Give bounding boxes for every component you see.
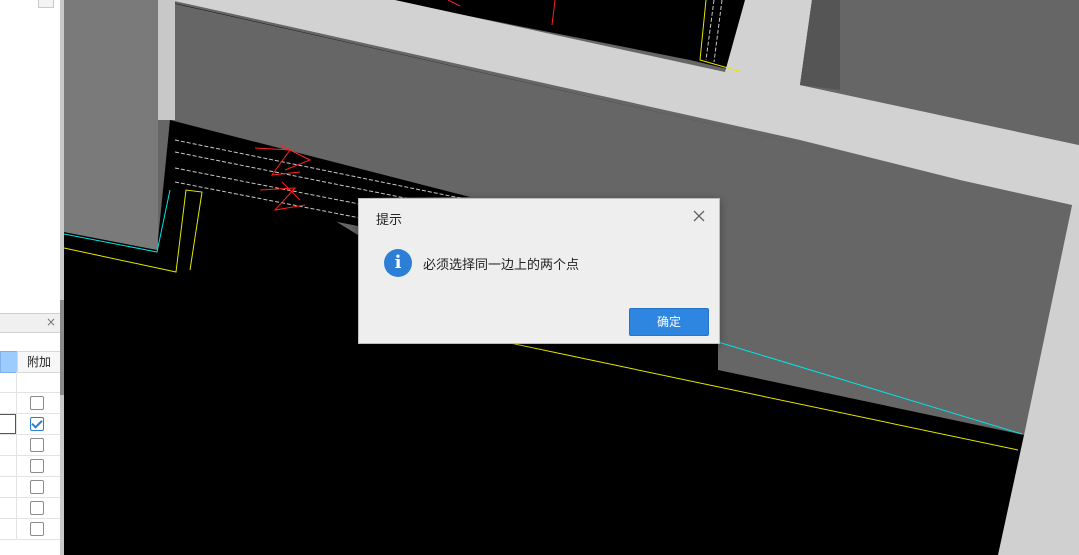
close-icon[interactable] bbox=[692, 209, 706, 223]
table-row[interactable] bbox=[0, 393, 60, 414]
attach-checkbox[interactable] bbox=[30, 438, 44, 452]
attach-checkbox[interactable] bbox=[30, 396, 44, 410]
info-icon: i bbox=[384, 249, 412, 277]
ok-button[interactable]: 确定 bbox=[629, 308, 709, 336]
table-row[interactable] bbox=[0, 372, 60, 393]
table-row[interactable] bbox=[0, 498, 60, 519]
row-divider bbox=[16, 435, 17, 456]
row-divider bbox=[16, 477, 17, 498]
component-list[interactable] bbox=[0, 0, 60, 312]
row-divider bbox=[16, 456, 17, 477]
table-row[interactable] bbox=[0, 477, 60, 498]
scroll-down-button[interactable] bbox=[38, 0, 54, 8]
dialog-message: 必须选择同一边上的两个点 bbox=[423, 258, 580, 273]
row-divider bbox=[16, 372, 17, 393]
row-divider bbox=[16, 498, 17, 519]
column-header-selected[interactable] bbox=[0, 351, 18, 373]
dialog-title: 提示 bbox=[376, 213, 403, 228]
row-divider bbox=[16, 519, 17, 540]
cell-editor[interactable] bbox=[0, 414, 16, 434]
close-icon[interactable]: × bbox=[46, 315, 56, 329]
slab-light-face-left bbox=[64, 0, 158, 250]
properties-panel: × 附加 bbox=[0, 0, 61, 555]
panel-header: × bbox=[0, 313, 60, 333]
table-row[interactable] bbox=[0, 519, 60, 540]
attach-checkbox[interactable] bbox=[30, 480, 44, 494]
attach-checkbox[interactable] bbox=[30, 459, 44, 473]
table-row[interactable] bbox=[0, 456, 60, 477]
attach-checkbox[interactable] bbox=[30, 522, 44, 536]
attach-checkbox[interactable] bbox=[30, 417, 44, 431]
attach-checkbox[interactable] bbox=[30, 501, 44, 515]
table-row[interactable] bbox=[0, 435, 60, 456]
slab-light-strip bbox=[158, 0, 175, 120]
column-header-attach[interactable]: 附加 bbox=[17, 351, 60, 373]
table-header: 附加 bbox=[0, 351, 60, 373]
message-dialog: 提示 i 必须选择同一边上的两个点 确定 bbox=[358, 198, 720, 344]
row-divider bbox=[16, 393, 17, 414]
row-divider bbox=[16, 414, 17, 435]
